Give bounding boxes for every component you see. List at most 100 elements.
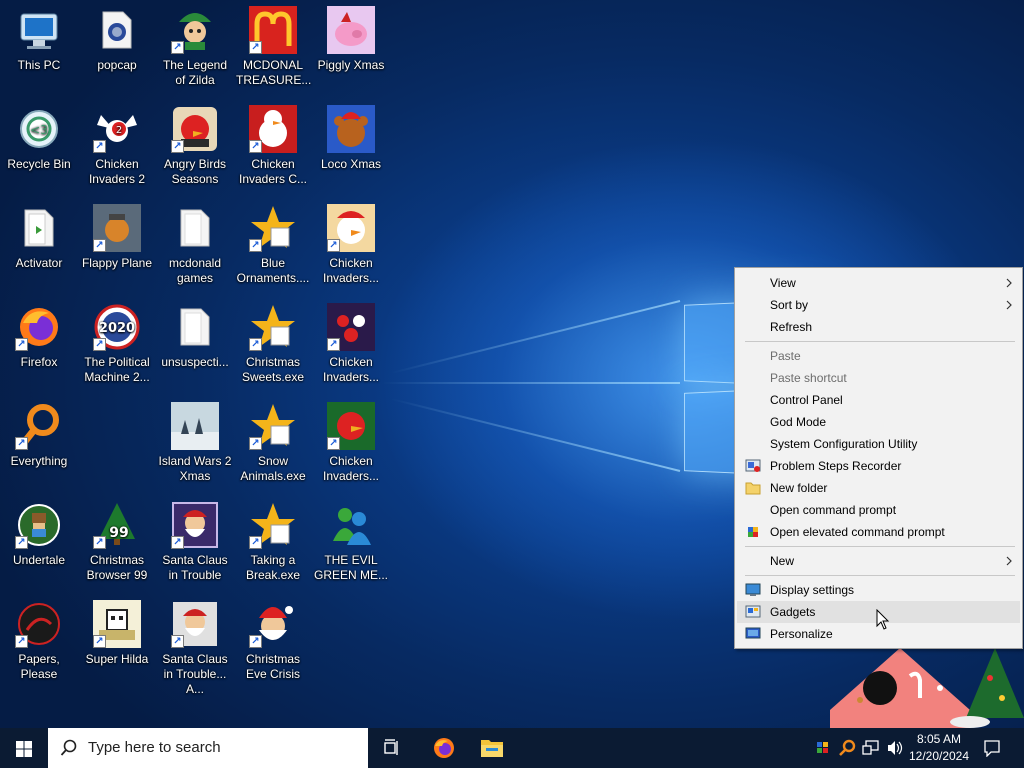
folder-icon bbox=[180, 308, 210, 346]
desktop-icon-piggly-xmas[interactable]: Piggly Xmas bbox=[312, 0, 390, 73]
desktop-icon-christmas-browser-99[interactable]: 99 ↗ Christmas Browser 99 bbox=[78, 495, 156, 583]
folder-icon bbox=[180, 209, 210, 247]
task-view-button[interactable] bbox=[372, 728, 412, 768]
icon-label: Angry Birds Seasons bbox=[163, 157, 227, 186]
svg-text:2: 2 bbox=[116, 125, 122, 136]
menu-item-new-folder[interactable]: New folder bbox=[737, 477, 1020, 499]
computer-icon bbox=[20, 13, 58, 49]
clock[interactable]: 8:05 AM 12/20/2024 bbox=[904, 728, 974, 768]
desktop-icon-popcap[interactable]: popcap bbox=[78, 0, 156, 73]
desktop-icon-this-pc[interactable]: This PC bbox=[0, 0, 78, 73]
desktop-icon-recycle-bin[interactable]: <3 Recycle Bin bbox=[0, 99, 78, 172]
shortcut-arrow-icon: ↗ bbox=[15, 437, 28, 450]
icon-label: Christmas Eve Crisis bbox=[245, 652, 300, 681]
icon-label: Christmas Sweets.exe bbox=[241, 355, 305, 384]
menu-item-control-panel[interactable]: Control Panel bbox=[737, 389, 1020, 411]
menu-item-refresh[interactable]: Refresh bbox=[737, 316, 1020, 338]
shortcut-arrow-icon: ↗ bbox=[93, 536, 106, 549]
desktop-icon-flappy-plane[interactable]: ↗ Flappy Plane bbox=[78, 198, 156, 271]
taskbar-search-box[interactable]: Type here to search bbox=[48, 728, 368, 768]
shortcut-arrow-icon: ↗ bbox=[249, 140, 262, 153]
icon-label: Christmas Browser 99 bbox=[86, 553, 148, 582]
messenger-people-icon bbox=[333, 508, 371, 545]
menu-item-sort-by[interactable]: Sort by bbox=[737, 294, 1020, 316]
icon-label: Chicken Invaders 2 bbox=[88, 157, 146, 186]
desktop-icon-legend-of-zilda[interactable]: ↗ The Legend of Zilda bbox=[156, 0, 234, 88]
svg-text:<3: <3 bbox=[30, 123, 48, 137]
chevron-right-icon bbox=[1006, 556, 1012, 566]
taskbar-file-explorer-button[interactable] bbox=[470, 728, 514, 768]
shortcut-arrow-icon: ↗ bbox=[249, 536, 262, 549]
shortcut-arrow-icon: ↗ bbox=[249, 437, 262, 450]
tray-app-icon[interactable] bbox=[815, 740, 831, 756]
menu-item-display-settings[interactable]: Display settings bbox=[737, 579, 1020, 601]
teddy-bear-icon bbox=[327, 105, 375, 153]
desktop-icon-everything[interactable]: ↗ Everything bbox=[0, 396, 78, 469]
menu-item-open-command-prompt[interactable]: Open command prompt bbox=[737, 499, 1020, 521]
icon-label: Chicken Invaders... bbox=[322, 454, 380, 483]
menu-item-system-configuration-utility[interactable]: System Configuration Utility bbox=[737, 433, 1020, 455]
icon-label: The Political Machine 2... bbox=[84, 355, 150, 384]
desktop-context-menu: View Sort by Refresh Paste Paste shortcu… bbox=[734, 267, 1023, 649]
menu-item-view[interactable]: View bbox=[737, 272, 1020, 294]
desktop-icon-angry-birds-seasons[interactable]: ↗ Angry Birds Seasons bbox=[156, 99, 234, 187]
desktop-icon-evil-green-me[interactable]: THE EVIL GREEN ME... bbox=[312, 495, 390, 583]
gadgets-icon bbox=[745, 605, 761, 618]
desktop-icon-activator[interactable]: Activator bbox=[0, 198, 78, 271]
desktop-icon-chicken-invaders-2[interactable]: 2 ↗ Chicken Invaders 2 bbox=[78, 99, 156, 187]
desktop-icon-blue-ornaments[interactable]: ↗ Blue Ornaments.... bbox=[234, 198, 312, 286]
menu-item-paste[interactable]: Paste bbox=[737, 345, 1020, 367]
desktop-icon-santa-claus-in-trouble[interactable]: ↗ Santa Claus in Trouble bbox=[156, 495, 234, 583]
desktop-icon-chicken-invaders-4[interactable]: ↗ Chicken Invaders... bbox=[312, 297, 390, 385]
folder-icon bbox=[102, 11, 132, 49]
piggy-icon bbox=[327, 6, 375, 54]
desktop-icon-christmas-sweets[interactable]: ↗ Christmas Sweets.exe bbox=[234, 297, 312, 385]
desktop-icon-political-machine[interactable]: 2020 ↗ The Political Machine 2... bbox=[78, 297, 156, 385]
network-icon[interactable] bbox=[862, 740, 880, 756]
menu-item-problem-steps-recorder[interactable]: Problem Steps Recorder bbox=[737, 455, 1020, 477]
icon-label: Santa Claus in Trouble bbox=[162, 553, 228, 582]
desktop-icon-firefox[interactable]: ↗ Firefox bbox=[0, 297, 78, 370]
notification-icon[interactable] bbox=[983, 739, 1001, 757]
shortcut-arrow-icon: ↗ bbox=[327, 338, 340, 351]
desktop-icon-undertale[interactable]: ↗ Undertale bbox=[0, 495, 78, 568]
desktop-icon-super-hilda[interactable]: ↗ Super Hilda bbox=[78, 594, 156, 667]
volume-icon[interactable] bbox=[886, 740, 904, 756]
desktop-icon-santa-claus-in-trouble-again[interactable]: ↗ Santa Claus in Trouble... A... bbox=[156, 594, 234, 697]
shortcut-arrow-icon: ↗ bbox=[249, 338, 262, 351]
shortcut-arrow-icon: ↗ bbox=[249, 635, 262, 648]
desktop[interactable]: This PC <3 Recycle Bin Activator ↗ Firef… bbox=[0, 0, 1024, 728]
desktop-icon-christmas-eve-crisis[interactable]: ↗ Christmas Eve Crisis bbox=[234, 594, 312, 682]
icon-label: Papers, Please bbox=[18, 652, 60, 681]
desktop-icon-island-wars-2-xmas[interactable]: Island Wars 2 Xmas bbox=[156, 396, 234, 484]
shortcut-arrow-icon: ↗ bbox=[15, 338, 28, 351]
shortcut-arrow-icon: ↗ bbox=[15, 635, 28, 648]
shortcut-arrow-icon: ↗ bbox=[93, 140, 106, 153]
menu-item-god-mode[interactable]: God Mode bbox=[737, 411, 1020, 433]
desktop-icon-unsuspecti[interactable]: unsuspecti... bbox=[156, 297, 234, 370]
menu-item-paste-shortcut[interactable]: Paste shortcut bbox=[737, 367, 1020, 389]
icon-label: Recycle Bin bbox=[7, 157, 71, 171]
icon-label: Santa Claus in Trouble... A... bbox=[162, 652, 228, 696]
menu-separator bbox=[745, 575, 1015, 576]
desktop-icon-loco-xmas[interactable]: Loco Xmas bbox=[312, 99, 390, 172]
icon-label: popcap bbox=[97, 58, 137, 72]
mouse-cursor bbox=[876, 609, 890, 630]
taskbar: Type here to search 8:05 AM 12/20/2024 bbox=[0, 728, 1024, 768]
desktop-icon-chicken-invaders-3[interactable]: ↗ Chicken Invaders... bbox=[312, 198, 390, 286]
personalize-icon bbox=[745, 627, 761, 639]
icon-label: Island Wars 2 Xmas bbox=[158, 454, 232, 483]
desktop-icon-chicken-invaders-5[interactable]: ↗ Chicken Invaders... bbox=[312, 396, 390, 484]
desktop-icon-papers-please[interactable]: ↗ Papers, Please bbox=[0, 594, 78, 682]
desktop-icon-mcdonal-treasure[interactable]: ↗ MCDONAL TREASURE... bbox=[234, 0, 312, 88]
desktop-icon-taking-a-break[interactable]: ↗ Taking a Break.exe bbox=[234, 495, 312, 583]
search-icon bbox=[60, 739, 77, 756]
start-button[interactable] bbox=[0, 728, 48, 768]
taskbar-firefox-button[interactable] bbox=[422, 728, 466, 768]
desktop-icon-chicken-invaders-c[interactable]: ↗ Chicken Invaders C... bbox=[234, 99, 312, 187]
tray-search-icon[interactable] bbox=[838, 739, 856, 757]
desktop-icon-snow-animals[interactable]: ↗ Snow Animals.exe bbox=[234, 396, 312, 484]
menu-item-open-elevated-command-prompt[interactable]: Open elevated command prompt bbox=[737, 521, 1020, 543]
menu-item-new[interactable]: New bbox=[737, 550, 1020, 572]
desktop-icon-mcdonald-games[interactable]: mcdonald games bbox=[156, 198, 234, 286]
